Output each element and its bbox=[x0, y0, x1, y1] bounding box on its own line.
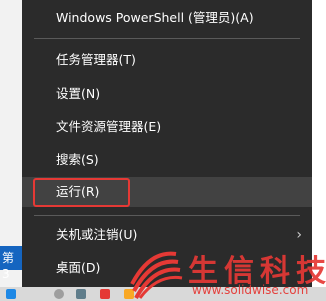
desktop-left-edge: 第 3 bbox=[0, 0, 22, 301]
menu-item-label: Windows PowerShell (管理员)(A) bbox=[56, 10, 254, 25]
watermark-logo: 生信科技 www.solidwise.com bbox=[126, 244, 326, 301]
menu-item-label: 文件资源管理器(E) bbox=[56, 119, 162, 134]
menu-item-search[interactable]: 搜索(S) bbox=[22, 145, 312, 175]
screen: 第 3 Windows PowerShell (管理员)(A) 任务管理器(T)… bbox=[0, 0, 326, 301]
brand-logo-icon bbox=[130, 251, 183, 299]
menu-item-label: 桌面(D) bbox=[56, 260, 101, 275]
menu-separator bbox=[34, 38, 300, 39]
menu-item-settings[interactable]: 设置(N) bbox=[22, 79, 312, 109]
menu-separator bbox=[34, 215, 300, 216]
menu-item-label: 搜索(S) bbox=[56, 152, 99, 167]
menu-item-task-manager[interactable]: 任务管理器(T) bbox=[22, 45, 312, 75]
start-icon[interactable] bbox=[6, 289, 16, 299]
menu-item-powershell-admin[interactable]: Windows PowerShell (管理员)(A) bbox=[22, 3, 312, 33]
taskbar-item-text: 第 3 bbox=[2, 251, 15, 281]
search-icon[interactable] bbox=[54, 289, 64, 299]
menu-item-file-explorer[interactable]: 文件资源管理器(E) bbox=[22, 112, 312, 142]
app-icon[interactable] bbox=[100, 289, 110, 299]
task-view-icon[interactable] bbox=[76, 289, 86, 299]
highlight-outline bbox=[33, 178, 130, 207]
menu-item-label: 任务管理器(T) bbox=[56, 52, 136, 67]
watermark-url: www.solidwise.com bbox=[192, 283, 309, 297]
menu-item-label: 设置(N) bbox=[56, 86, 101, 101]
